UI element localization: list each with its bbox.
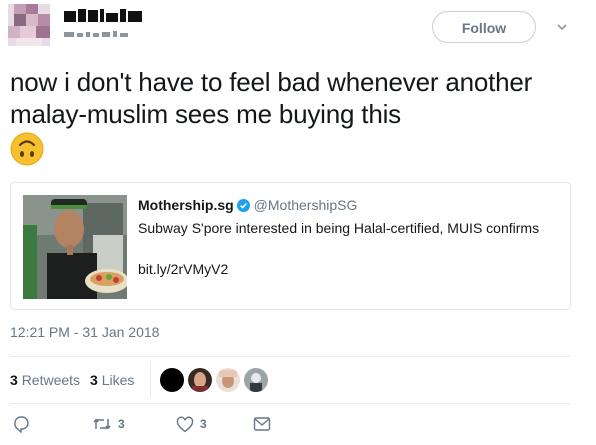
tweet-text: now i don't have to feel bad whenever an… (10, 67, 533, 129)
likes-stat[interactable]: 3 Likes (90, 372, 134, 388)
retweets-label: Retweets (21, 372, 81, 388)
retweet-button[interactable]: 3 (92, 414, 125, 434)
likes-label: Likes (101, 372, 135, 388)
quoted-tweet-card[interactable]: Mothership.sg @MothershipSG Subway S'pore… (10, 182, 571, 310)
card-thumbnail-image (23, 195, 129, 299)
like-count: 3 (200, 417, 207, 431)
author-avatar[interactable] (8, 4, 50, 46)
retweets-stat[interactable]: 3 Retweets (10, 372, 80, 388)
chevron-down-icon[interactable] (556, 20, 568, 32)
heart-icon (176, 416, 194, 433)
envelope-icon (253, 416, 271, 432)
follow-button[interactable]: Follow (432, 11, 536, 43)
like-button[interactable]: 3 (176, 414, 207, 434)
liker-avatar[interactable] (188, 368, 212, 392)
author-name-redacted[interactable] (64, 8, 142, 37)
direct-message-button[interactable] (253, 414, 271, 434)
verified-badge-icon (236, 199, 250, 212)
divider (10, 403, 570, 404)
stats-separator (150, 361, 151, 397)
reply-icon (12, 415, 30, 433)
card-link[interactable]: bit.ly/2rVMyV2 (138, 261, 228, 277)
card-author[interactable]: Mothership.sg @MothershipSG (138, 197, 357, 213)
retweet-icon (92, 415, 112, 433)
reply-button[interactable] (12, 414, 30, 434)
retweet-count: 3 (118, 417, 125, 431)
retweets-count: 3 (10, 372, 18, 388)
divider (10, 356, 570, 357)
liker-avatar[interactable] (216, 368, 240, 392)
liker-avatar[interactable] (244, 368, 268, 392)
engagement-stats: 3 Retweets 3 Likes (10, 372, 134, 388)
upside-down-face-emoji (10, 132, 44, 166)
card-author-name[interactable]: Mothership.sg (138, 197, 234, 213)
card-text: Subway S'pore interested in being Halal-… (138, 220, 540, 236)
liker-avatar[interactable] (160, 368, 184, 392)
likes-count: 3 (90, 372, 98, 388)
card-author-handle[interactable]: @MothershipSG (254, 197, 358, 213)
tweet-timestamp[interactable]: 12:21 PM - 31 Jan 2018 (10, 324, 159, 340)
